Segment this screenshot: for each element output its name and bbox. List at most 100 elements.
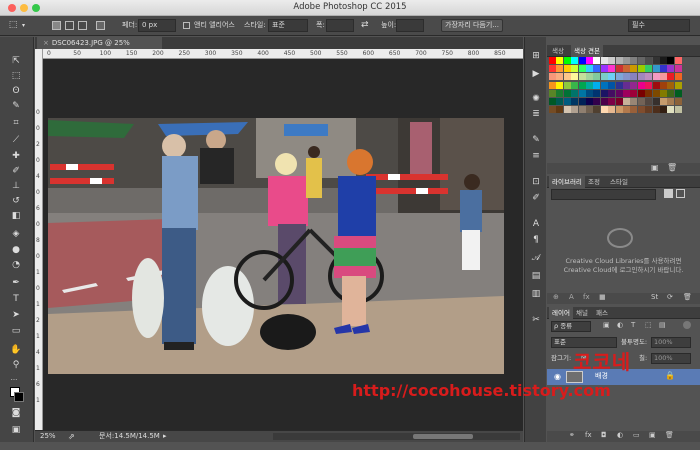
color-swatch[interactable] <box>549 106 556 114</box>
color-swatch[interactable] <box>623 65 630 73</box>
color-swatch[interactable] <box>630 81 638 89</box>
close-tab-icon[interactable]: × <box>43 39 49 47</box>
new-selection-icon[interactable] <box>52 21 61 30</box>
color-swatch[interactable] <box>660 73 667 81</box>
color-swatch[interactable] <box>615 65 623 73</box>
shape-filter-icon[interactable]: ⬚ <box>645 321 652 329</box>
library-select[interactable] <box>551 189 656 200</box>
color-swatch[interactable] <box>571 73 579 81</box>
tab-styles[interactable]: 스타일 <box>607 176 631 188</box>
brush-presets-icon[interactable]: ≡ <box>530 151 542 162</box>
color-swatch[interactable] <box>645 73 653 81</box>
height-input[interactable] <box>396 19 424 32</box>
color-swatch[interactable] <box>571 81 579 89</box>
color-swatch[interactable] <box>608 106 616 114</box>
layer-comps-icon[interactable]: ✂ <box>530 315 542 326</box>
color-swatch[interactable] <box>593 57 601 64</box>
color-swatch[interactable] <box>586 98 593 105</box>
eyedropper-tool-icon[interactable]: ⟋ <box>9 134 23 147</box>
link-layers-icon[interactable]: ⚭ <box>569 431 575 439</box>
color-swatch[interactable] <box>556 65 564 73</box>
color-swatch[interactable] <box>674 65 682 73</box>
quick-selection-tool-icon[interactable]: ✎ <box>9 100 23 113</box>
color-swatch[interactable] <box>630 57 638 64</box>
history-brush-tool-icon[interactable]: ↺ <box>9 195 23 208</box>
color-swatch[interactable] <box>660 98 667 105</box>
color-swatch[interactable] <box>549 98 556 105</box>
color-swatch[interactable] <box>667 81 675 89</box>
smart-object-filter-icon[interactable]: ▤ <box>659 321 666 329</box>
color-swatch[interactable] <box>578 106 586 114</box>
refine-edge-button[interactable]: 가장자리 다듬기... <box>441 19 503 32</box>
color-swatch[interactable] <box>630 98 638 105</box>
color-swatch[interactable] <box>615 98 623 105</box>
color-swatch[interactable] <box>652 81 660 89</box>
background-color-swatch[interactable] <box>14 392 24 402</box>
path-selection-tool-icon[interactable]: ➤ <box>9 309 23 322</box>
extra-tools-icon[interactable]: ··· <box>7 374 21 387</box>
brush-panel-icon[interactable]: ✎ <box>530 135 542 146</box>
color-swatch[interactable] <box>593 106 601 114</box>
swap-dimensions-icon[interactable]: ⇄ <box>361 19 369 32</box>
color-swatch[interactable] <box>571 106 579 114</box>
horizontal-ruler[interactable]: 0 50 100 150 200 250 300 350 400 450 500 550 600 650 7… <box>43 49 523 59</box>
color-swatch[interactable] <box>623 81 630 89</box>
color-swatch[interactable] <box>586 57 593 64</box>
color-swatch[interactable] <box>660 89 667 97</box>
color-swatch[interactable] <box>637 98 645 105</box>
color-swatch[interactable] <box>593 73 601 81</box>
color-swatch[interactable] <box>563 81 571 89</box>
color-swatch[interactable] <box>623 57 630 64</box>
color-swatch[interactable] <box>623 98 630 105</box>
type-tool-icon[interactable]: T <box>9 293 23 306</box>
new-group-icon[interactable]: ▭ <box>633 431 640 439</box>
color-swatch[interactable] <box>549 65 556 73</box>
preset-dropdown-icon[interactable]: ▾ <box>22 19 25 32</box>
color-swatch[interactable] <box>652 73 660 81</box>
color-swatch[interactable] <box>645 98 653 105</box>
info-panel-icon[interactable]: ≣ <box>530 109 542 120</box>
brush-tool-icon[interactable]: ✐ <box>9 165 23 178</box>
color-swatch[interactable] <box>667 57 675 64</box>
fill-input[interactable]: 100% <box>651 353 691 364</box>
character-panel-icon[interactable]: A <box>530 219 542 230</box>
color-swatch[interactable] <box>660 57 667 64</box>
pixel-filter-icon[interactable]: ▣ <box>603 321 610 329</box>
paint-bucket-tool-icon[interactable]: ◈ <box>9 228 23 241</box>
color-swatch[interactable] <box>608 89 616 97</box>
color-swatch[interactable] <box>630 65 638 73</box>
crop-tool-icon[interactable]: ⌗ <box>9 117 23 130</box>
add-mask-icon[interactable]: ◘ <box>601 431 607 439</box>
adjustment-filter-icon[interactable]: ◐ <box>617 321 623 329</box>
color-swatch[interactable] <box>608 57 616 64</box>
color-swatch[interactable] <box>608 65 616 73</box>
color-swatch[interactable] <box>615 81 623 89</box>
color-swatch[interactable] <box>578 73 586 81</box>
antialias-checkbox[interactable] <box>183 22 190 29</box>
color-swatch[interactable] <box>674 106 682 114</box>
add-layer-style-fx-icon[interactable]: fx <box>585 431 592 439</box>
document-tab[interactable]: ×DSC06423.JPG @ 25% (RGB/8#) <box>37 37 162 59</box>
color-swatch[interactable] <box>645 57 653 64</box>
delete-layer-icon[interactable]: 🗑 <box>665 431 674 439</box>
color-swatch[interactable] <box>630 106 638 114</box>
color-swatch[interactable] <box>674 57 682 64</box>
tool-presets-icon[interactable]: ✐ <box>530 193 542 204</box>
color-swatch[interactable] <box>637 89 645 97</box>
color-swatch[interactable] <box>667 73 675 81</box>
sync-icon[interactable]: ⟳ <box>667 293 673 301</box>
history-panel-icon[interactable]: ⊞ <box>530 51 542 62</box>
color-swatch[interactable] <box>600 73 608 81</box>
share-icon[interactable]: ⇗ <box>68 431 75 442</box>
color-swatch[interactable] <box>645 89 653 97</box>
blur-tool-icon[interactable]: ● <box>9 244 23 257</box>
add-layer-style-icon[interactable]: fx <box>583 293 590 301</box>
color-swatch[interactable] <box>571 89 579 97</box>
stock-icon[interactable]: St <box>651 293 658 301</box>
color-swatch[interactable] <box>549 89 556 97</box>
horizontal-scrollbar[interactable] <box>273 433 520 440</box>
color-swatch[interactable] <box>623 106 630 114</box>
color-swatch[interactable] <box>586 106 593 114</box>
color-swatch[interactable] <box>615 57 623 64</box>
visibility-eye-icon[interactable]: ◉ <box>554 372 561 381</box>
